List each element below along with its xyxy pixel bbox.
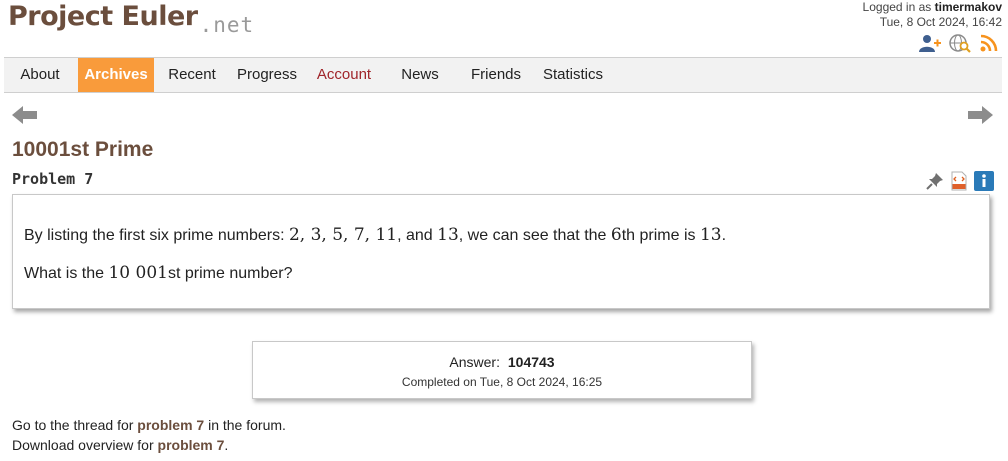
prev-arrow-icon[interactable] (12, 105, 38, 125)
text-segment: Go to the thread for (12, 417, 138, 433)
text-segment: What is the (24, 265, 109, 282)
problem-title: 10001st Prime (12, 138, 154, 161)
text-segment: By listing the first six prime numbers: (24, 227, 289, 244)
math-six: 6 (610, 225, 622, 245)
problem-text-line-2: What is the 10 001st prime number? (24, 263, 292, 283)
problem-number: Problem 7 (12, 170, 94, 188)
nav-statistics[interactable]: Statistics (537, 58, 609, 92)
forum-thread-link[interactable]: problem 7 (137, 417, 204, 433)
pin-icon[interactable] (926, 172, 944, 190)
logo-text: Project Euler (8, 1, 198, 32)
site-logo[interactable]: Project Euler.net (8, 0, 254, 40)
current-datetime: Tue, 8 Oct 2024, 16:42 (879, 15, 1002, 29)
site-header: Project Euler.net Logged in as timermako… (0, 0, 1008, 56)
text-segment: , and (397, 227, 438, 244)
html-file-icon[interactable] (950, 171, 968, 191)
completed-date: Completed on Tue, 8 Oct 2024, 16:25 (401, 375, 603, 389)
header-icons (918, 33, 1002, 53)
info-icon[interactable] (974, 171, 994, 191)
globe-search-icon[interactable] (948, 33, 972, 53)
math-target: 10 001 (108, 263, 168, 283)
text-segment: st prime number? (167, 265, 293, 282)
nav-archives[interactable]: Archives (78, 58, 154, 92)
math-thirteen: 13 (437, 225, 459, 245)
nav-friends[interactable]: Friends (464, 58, 528, 92)
nav-account[interactable]: Account (310, 58, 378, 92)
nav-news[interactable]: News (392, 58, 448, 92)
nav-about[interactable]: About (8, 58, 72, 92)
download-overview-link[interactable]: problem 7 (158, 437, 225, 453)
problem-icons (926, 171, 994, 191)
text-segment: , we can see that the (458, 227, 611, 244)
problem-content: By listing the first six prime numbers: … (12, 194, 990, 309)
logo-suffix: .net (199, 13, 255, 37)
download-overview-line: Download overview for problem 7. (12, 437, 228, 453)
login-prefix: Logged in as (862, 0, 932, 14)
user-add-icon[interactable] (918, 33, 942, 53)
forum-thread-line: Go to the thread for problem 7 in the fo… (12, 417, 286, 433)
problem-text-line-1: By listing the first six prime numbers: … (24, 225, 726, 245)
main-nav: About Archives Recent Progress Account N… (4, 57, 1002, 93)
text-segment: Download overview for (12, 437, 158, 453)
login-status: Logged in as timermakov (863, 0, 1002, 15)
text-segment: . (721, 227, 727, 244)
nav-recent[interactable]: Recent (160, 58, 224, 92)
answer-value: 104743 (507, 354, 555, 370)
answer-box: Answer: 104743 Completed on Tue, 8 Oct 2… (252, 341, 752, 399)
answer-label: Answer: (449, 354, 500, 370)
text-segment: in the forum. (204, 417, 286, 433)
next-arrow-icon[interactable] (967, 105, 993, 125)
answer-line: Answer: 104743 (253, 354, 751, 370)
username[interactable]: timermakov (935, 0, 1002, 14)
rss-icon[interactable] (978, 33, 1002, 53)
text-segment: th prime is (621, 227, 700, 244)
login-info: Logged in as timermakov Tue, 8 Oct 2024,… (863, 0, 1002, 30)
nav-progress[interactable]: Progress (230, 58, 304, 92)
text-segment: . (224, 437, 229, 453)
math-answer-example: 13 (699, 225, 722, 245)
math-primes: 2, 3, 5, 7, 11 (288, 225, 398, 245)
